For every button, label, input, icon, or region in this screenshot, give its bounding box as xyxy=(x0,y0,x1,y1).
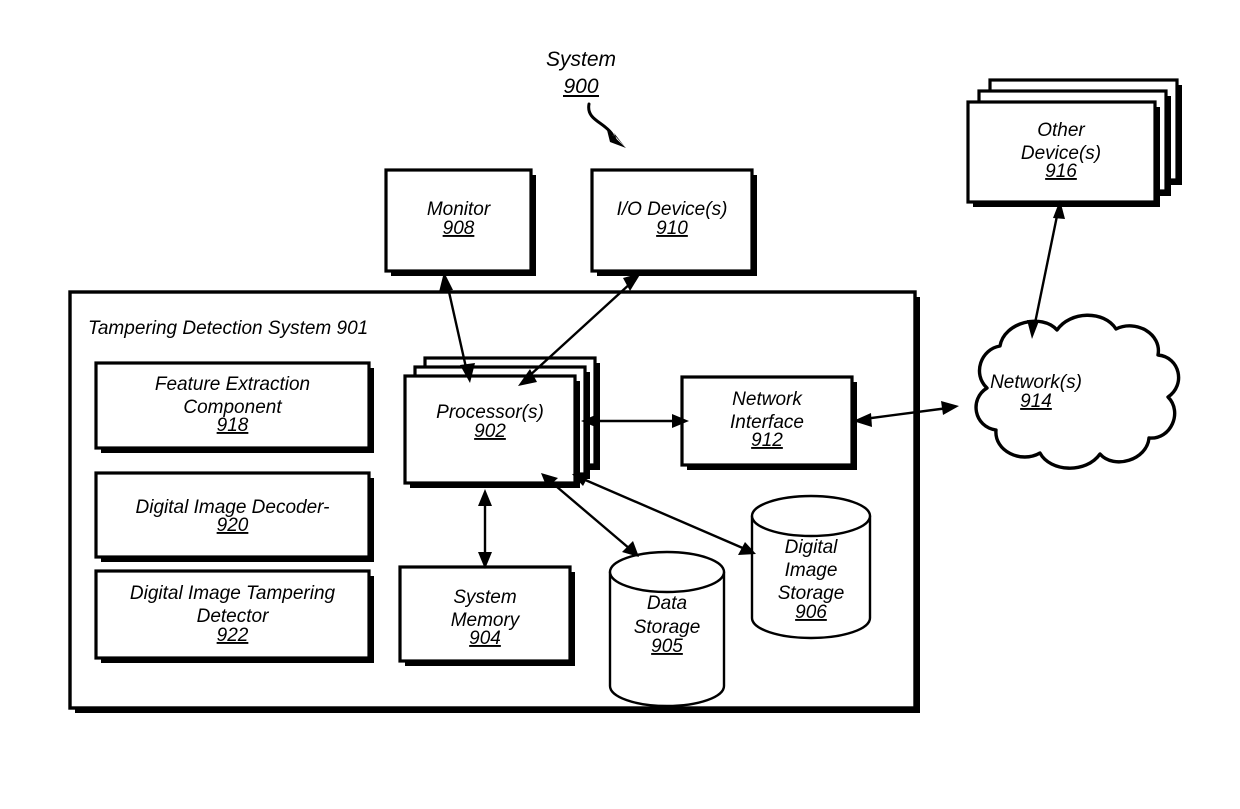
data-storage-label-line1: Data xyxy=(647,593,687,614)
connector-cloud-to-other-devices xyxy=(1027,200,1065,339)
system-memory-number: 904 xyxy=(469,628,501,649)
digital-image-tampering-detector-node[interactable]: Digital Image Tampering Detector 922 xyxy=(94,569,374,663)
io-devices-label: I/O Device(s) xyxy=(617,199,728,220)
system-memory-node[interactable]: System Memory 904 xyxy=(398,565,575,666)
networks-number: 914 xyxy=(1020,391,1052,412)
io-devices-node[interactable]: I/O Device(s) 910 xyxy=(590,168,757,276)
feature-extraction-number: 918 xyxy=(217,415,249,436)
digital-image-decoder-node[interactable]: Digital Image Decoder- 920 xyxy=(94,471,374,562)
monitor-number: 908 xyxy=(443,218,475,239)
network-interface-node[interactable]: Network Interface 912 xyxy=(680,375,857,470)
networks-cloud-node[interactable]: Network(s) 914 xyxy=(974,313,1181,470)
container-label: Tampering Detection System 901 xyxy=(88,318,368,339)
system-pointer-curve xyxy=(587,102,614,136)
processors-number: 902 xyxy=(474,421,506,442)
data-storage-number: 905 xyxy=(651,636,683,657)
tampering-detector-number: 922 xyxy=(217,625,249,646)
digital-image-storage-label-line3: Storage xyxy=(778,583,845,604)
feature-extraction-label-line1: Feature Extraction xyxy=(155,374,310,395)
digital-image-storage-number: 906 xyxy=(795,602,827,623)
feature-extraction-component-node[interactable]: Feature Extraction Component 918 xyxy=(94,361,374,453)
tampering-detector-label-line2: Detector xyxy=(197,606,269,627)
data-storage-node[interactable]: Data Storage 905 xyxy=(608,550,726,708)
system-pointer-arrowhead-fill xyxy=(607,130,626,148)
digital-image-storage-label-line1: Digital xyxy=(785,537,839,558)
digital-image-storage-label-line2: Image xyxy=(785,560,838,581)
other-devices-label-line1: Other xyxy=(1037,120,1085,141)
data-storage-top xyxy=(608,550,726,594)
io-devices-number: 910 xyxy=(656,218,688,239)
system-memory-label-line1: System xyxy=(453,587,516,608)
digital-image-storage-top xyxy=(750,494,872,538)
figure-title-group: System 900 xyxy=(546,48,626,148)
processors-label: Processor(s) xyxy=(436,402,544,423)
system-block-diagram: System 900 Monitor 908 I/O Device(s) 910… xyxy=(68,48,1182,713)
figure-title: System xyxy=(546,48,616,71)
figure-title-number: 900 xyxy=(563,75,598,98)
figure-canvas: System 900 Monitor 908 I/O Device(s) 910… xyxy=(0,0,1240,809)
arrow-to-cloud xyxy=(941,401,959,415)
network-interface-label-line1: Network xyxy=(732,389,803,410)
other-devices-number: 916 xyxy=(1045,161,1077,182)
networks-label: Network(s) xyxy=(990,372,1082,393)
processors-node[interactable]: Processor(s) 902 xyxy=(403,356,600,488)
monitor-label: Monitor xyxy=(427,199,491,220)
other-devices-node[interactable]: Other Device(s) 916 xyxy=(966,78,1182,207)
data-storage-label-line2: Storage xyxy=(634,617,701,638)
tampering-detector-label-line1: Digital Image Tampering xyxy=(130,583,336,604)
digital-image-decoder-number: 920 xyxy=(217,515,249,536)
network-interface-number: 912 xyxy=(751,430,783,451)
monitor-node[interactable]: Monitor 908 xyxy=(384,168,536,276)
digital-image-storage-node[interactable]: Digital Image Storage 906 xyxy=(750,494,872,640)
